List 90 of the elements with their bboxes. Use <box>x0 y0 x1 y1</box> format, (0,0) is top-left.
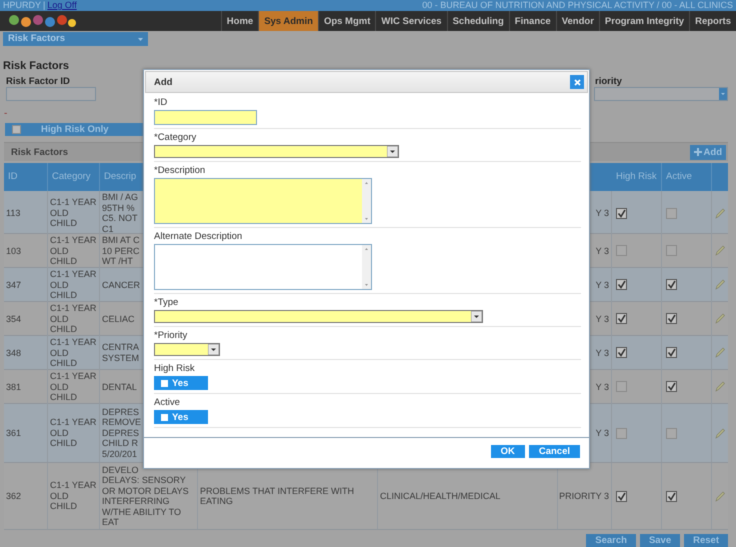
table-cell: 362 <box>4 463 48 529</box>
checkbox[interactable] <box>666 490 677 502</box>
checkbox[interactable] <box>666 208 677 218</box>
pencil-icon[interactable] <box>715 347 725 358</box>
plus-icon <box>694 148 702 156</box>
table-cell: C1-1 YEAR OLD CHILD <box>48 463 100 529</box>
checkbox[interactable] <box>666 279 677 290</box>
dropdown-field[interactable] <box>154 145 399 158</box>
close-button[interactable] <box>570 75 584 89</box>
nav-tab[interactable]: Scheduling <box>446 11 509 31</box>
page-title: Risk Factors <box>3 60 70 72</box>
field-label: riority <box>595 76 622 87</box>
field-label: Risk Factor ID <box>6 76 70 87</box>
dialog-button[interactable]: OK <box>490 445 525 458</box>
logout-link[interactable]: Log Off <box>47 0 77 11</box>
checkbox[interactable] <box>12 125 21 134</box>
nav-tab[interactable]: WIC Services <box>375 11 447 31</box>
check-icon <box>617 314 626 324</box>
checkbox[interactable] <box>666 347 677 358</box>
checkbox[interactable] <box>616 381 627 392</box>
field-label: *ID <box>154 97 168 108</box>
collapse-marker: - <box>4 108 8 119</box>
dialog-button[interactable]: Cancel <box>528 445 580 458</box>
nav-tab[interactable]: Reports <box>689 11 736 31</box>
dialog-title: Add <box>154 76 172 88</box>
caret-icon <box>471 311 482 322</box>
checkbox[interactable] <box>666 245 677 256</box>
checkbox[interactable] <box>616 428 627 438</box>
dropdown-field[interactable] <box>154 310 483 323</box>
checkbox[interactable] <box>666 381 677 392</box>
pencil-icon[interactable] <box>715 208 725 218</box>
pencil-icon[interactable] <box>715 245 725 256</box>
checkbox[interactable] <box>666 313 677 324</box>
nav-tab[interactable]: Sys Admin <box>258 11 318 31</box>
action-button[interactable]: Reset <box>684 534 728 547</box>
checkbox[interactable] <box>616 313 627 324</box>
text-area[interactable] <box>154 244 372 290</box>
pencil-icon[interactable] <box>715 490 725 502</box>
check-icon <box>667 314 676 324</box>
toggle-button[interactable]: Yes <box>154 410 208 424</box>
logo-drawing <box>8 12 78 30</box>
check-icon <box>617 348 626 358</box>
caret-icon <box>719 88 727 100</box>
checkbox[interactable] <box>616 279 627 290</box>
close-icon <box>574 78 580 86</box>
check-icon <box>667 280 676 290</box>
checkbox[interactable] <box>161 414 168 420</box>
nav-tab[interactable]: Ops Mgmt <box>318 11 376 31</box>
checkbox[interactable] <box>616 245 627 256</box>
check-icon <box>667 492 676 500</box>
scrollbar-icon <box>362 179 371 223</box>
toggle-button[interactable]: Yes <box>154 376 208 390</box>
checkbox[interactable] <box>616 208 627 218</box>
pencil-icon[interactable] <box>715 313 725 324</box>
check-icon <box>667 382 676 392</box>
module-dropdown[interactable]: Risk Factors <box>3 32 148 46</box>
pencil-icon[interactable] <box>715 279 725 290</box>
checkbox[interactable] <box>616 347 627 358</box>
checkbox[interactable] <box>616 490 627 502</box>
caret-icon <box>387 146 398 157</box>
caret-icon <box>208 344 219 355</box>
pencil-icon[interactable] <box>715 428 725 438</box>
risk-factor-id-field[interactable] <box>6 87 96 101</box>
high-risk-only-toggle[interactable]: High Risk Only <box>5 123 143 136</box>
check-icon <box>617 280 626 290</box>
nav-tab[interactable]: Vendor <box>556 11 599 31</box>
check-icon <box>617 208 626 218</box>
check-icon <box>667 348 676 358</box>
grid-title: Risk Factors <box>11 146 68 158</box>
agency-label: 00 - BUREAU OF NUTRITION AND PHYSICAL ACTIVITY / 00 - ALL CLINICS <box>422 0 733 11</box>
text-area[interactable] <box>154 178 372 224</box>
dropdown-field[interactable] <box>154 343 220 356</box>
scrollbar-icon <box>362 245 371 289</box>
check-icon <box>617 492 626 500</box>
user-name: HPURDY <box>3 0 42 11</box>
field-label: *Category <box>154 132 198 143</box>
add-button[interactable]: Add <box>690 144 726 160</box>
table-cell: C1-1 YEAR OLD CHILD <box>48 404 100 462</box>
separator: | <box>43 0 46 11</box>
priority-dropdown[interactable] <box>594 87 728 101</box>
nav-tab[interactable]: Finance <box>508 11 556 31</box>
text-field[interactable] <box>154 110 257 125</box>
pencil-icon[interactable] <box>715 381 725 392</box>
checkbox[interactable] <box>161 380 168 386</box>
action-button[interactable]: Search <box>586 534 636 547</box>
nav-tab[interactable]: Program Integrity <box>598 11 690 31</box>
checkbox[interactable] <box>666 428 677 438</box>
action-button[interactable]: Save <box>640 534 680 547</box>
table-cell: 361 <box>4 404 48 462</box>
caret-icon <box>138 38 143 40</box>
